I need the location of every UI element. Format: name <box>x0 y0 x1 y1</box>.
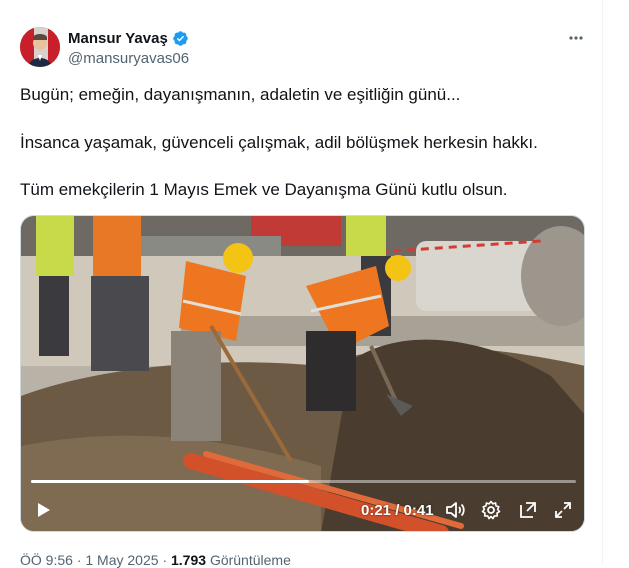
settings-button[interactable] <box>481 500 501 525</box>
post-time[interactable]: ÖÖ 9:56 <box>20 552 73 568</box>
meta-separator: · <box>162 552 168 568</box>
avatar[interactable] <box>20 27 60 67</box>
author-name-row[interactable]: Mansur Yavaş <box>68 30 189 47</box>
more-button[interactable] <box>566 28 586 48</box>
volume-icon <box>446 502 465 518</box>
volume-button[interactable] <box>444 500 466 525</box>
popout-icon <box>520 502 536 518</box>
views-count: 1.793 <box>171 552 207 568</box>
post-meta: ÖÖ 9:56 · 1 May 2025 · 1.793 Görüntüleme <box>20 552 291 568</box>
fullscreen-icon <box>555 502 571 518</box>
post-date[interactable]: 1 May 2025 <box>85 552 158 568</box>
video-frame-image <box>21 216 584 531</box>
tweet-card: Mansur Yavaş @mansuryavas06 Bugün; emeği… <box>0 0 603 568</box>
author-handle[interactable]: @mansuryavas06 <box>68 50 189 67</box>
post-text-line-1: Bugün; emeğin, dayanışmanın, adaletin ve… <box>20 85 461 104</box>
video-player[interactable]: 0:21 / 0:41 <box>20 215 585 532</box>
post-text-line-2: İnsanca yaşamak, güvenceli çalışmak, adi… <box>20 133 538 152</box>
author-name[interactable]: Mansur Yavaş <box>68 30 168 47</box>
more-horizontal-icon <box>569 36 583 40</box>
verified-badge-icon <box>173 31 188 46</box>
gear-icon <box>481 500 501 520</box>
popout-button[interactable] <box>518 500 538 525</box>
views-label: Görüntüleme <box>209 552 291 568</box>
play-icon <box>38 503 50 517</box>
post-text-line-3: Tüm emekçilerin 1 Mayıs Emek ve Dayanışm… <box>20 180 508 199</box>
play-button[interactable] <box>33 500 53 525</box>
fullscreen-button[interactable] <box>553 500 573 525</box>
meta-separator: · <box>76 552 82 568</box>
